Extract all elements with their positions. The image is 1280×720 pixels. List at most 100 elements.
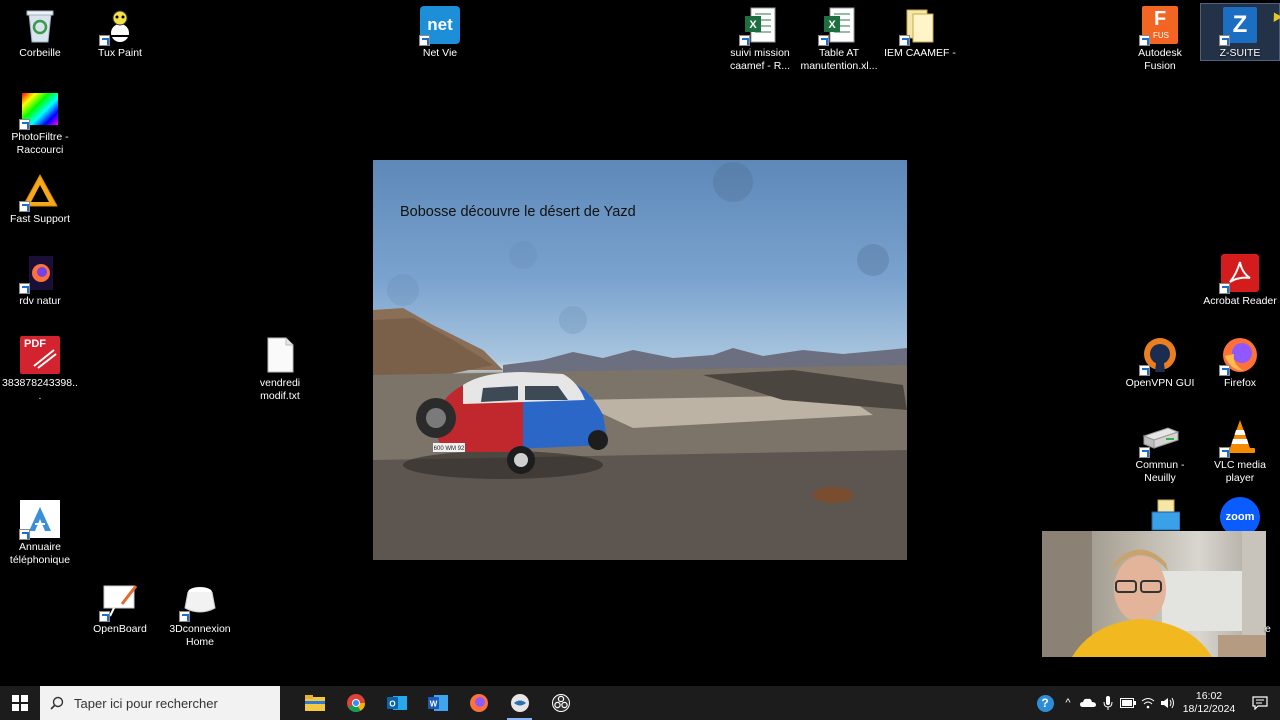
shortcut-arrow-icon bbox=[1219, 283, 1230, 294]
desktop-icon-annuaire[interactable]: Annuaire téléphonique bbox=[1, 498, 79, 567]
desktop-icon-commun-neuilly[interactable]: Commun - Neuilly bbox=[1121, 416, 1199, 485]
photofiltre-icon bbox=[19, 88, 61, 130]
microphone-icon[interactable] bbox=[1098, 686, 1118, 720]
steam-like-icon bbox=[510, 694, 529, 712]
pdf-file-icon: PDF bbox=[19, 334, 61, 376]
desktop-icon-corbeille[interactable]: Corbeille bbox=[1, 4, 79, 60]
webcam-overlay bbox=[1042, 531, 1266, 657]
desktop-icon-label: Annuaire téléphonique bbox=[9, 541, 71, 566]
clock-time: 16:02 bbox=[1195, 690, 1223, 702]
desktop-icon-label: PhotoFiltre - Raccourci bbox=[11, 131, 69, 156]
battery-icon[interactable] bbox=[1118, 686, 1138, 720]
clock-date: 18/12/2024 bbox=[1182, 703, 1236, 715]
tux-paint-icon bbox=[99, 4, 141, 46]
svg-text:X: X bbox=[828, 19, 836, 31]
desktop-icon-label: Tux Paint bbox=[98, 47, 142, 59]
desktop-icon-vlc[interactable]: VLC media player bbox=[1201, 416, 1279, 485]
desktop: Corbeille Tux Paint net Net Vie X suivi … bbox=[0, 0, 1280, 686]
system-clock[interactable]: 16:02 18/12/2024 bbox=[1178, 690, 1240, 716]
photo-caption: Bobosse découvre le désert de Yazd bbox=[400, 204, 636, 220]
desktop-icon-label: vendredi modif.txt bbox=[259, 377, 301, 402]
system-tray: ? ^ 16:02 18/12/2024 bbox=[1032, 686, 1280, 720]
desktop-icon-label: Fast Support bbox=[9, 213, 71, 225]
desktop-icon-fast-support[interactable]: Fast Support bbox=[1, 170, 79, 226]
desktop-icon-label: OpenVPN GUI bbox=[1125, 377, 1195, 389]
desktop-icon-netvie[interactable]: net Net Vie bbox=[401, 4, 479, 60]
taskbar-obs[interactable] bbox=[540, 686, 581, 720]
chrome-icon bbox=[346, 694, 365, 712]
shortcut-arrow-icon bbox=[179, 611, 190, 622]
desktop-icon-iem-caamef[interactable]: IEM CAAMEF - bbox=[881, 4, 959, 60]
taskbar-chrome[interactable] bbox=[335, 686, 376, 720]
shortcut-arrow-icon bbox=[818, 35, 829, 46]
shortcut-arrow-icon bbox=[739, 35, 750, 46]
desktop-icon-label: IEM CAAMEF - bbox=[884, 47, 956, 59]
z-suite-icon: Z bbox=[1219, 4, 1261, 46]
taskbar-file-explorer[interactable] bbox=[294, 686, 335, 720]
desktop-icon-openboard[interactable]: OpenBoard bbox=[81, 580, 159, 636]
pdf-badge: PDF bbox=[20, 336, 60, 374]
desktop-icon-vendredi-modif[interactable]: vendredi modif.txt bbox=[241, 334, 319, 403]
desktop-icon-autodesk-fusion[interactable]: F FUS Autodesk Fusion bbox=[1121, 4, 1199, 73]
excel-file-icon: X bbox=[739, 4, 781, 46]
desktop-icon-rdv-natur[interactable]: rdv natur bbox=[1, 252, 79, 308]
search-placeholder: Taper ici pour rechercher bbox=[74, 695, 218, 711]
help-glyph: ? bbox=[1036, 694, 1054, 712]
recycle-bin-icon bbox=[19, 4, 61, 46]
desktop-icon-suivi-mission[interactable]: X suivi mission caamef - R... bbox=[721, 4, 799, 73]
shortcut-arrow-icon bbox=[1219, 365, 1230, 376]
desktop-icon-photofiltre[interactable]: PhotoFiltre - Raccourci bbox=[1, 88, 79, 157]
svg-text:W: W bbox=[429, 700, 437, 709]
desktop-icon-label: suivi mission caamef - R... bbox=[729, 47, 791, 72]
firefox-icon bbox=[1219, 334, 1261, 376]
shortcut-arrow-icon bbox=[899, 35, 910, 46]
fusion-sub: FUS bbox=[1153, 31, 1169, 40]
desktop-icon-label: Acrobat Reader bbox=[1203, 295, 1277, 307]
search-box[interactable]: Taper ici pour rechercher bbox=[40, 686, 280, 720]
desktop-icon-label: Net Vie bbox=[422, 47, 458, 59]
desktop-icon-table-at[interactable]: X Table AT manutention.xl... bbox=[800, 4, 878, 73]
desktop-icon-label: VLC media player bbox=[1214, 459, 1266, 484]
obs-icon bbox=[551, 694, 570, 712]
chevron-up-icon[interactable]: ^ bbox=[1058, 686, 1078, 720]
desktop-icon-label: Corbeille bbox=[19, 47, 61, 59]
taskbar-apps: O W bbox=[294, 686, 581, 720]
desktop-icon-3dconnexion[interactable]: 3Dconnexion Home bbox=[161, 580, 239, 649]
3dconnexion-icon bbox=[179, 580, 221, 622]
desktop-icon-label: rdv natur bbox=[19, 295, 61, 307]
wifi-icon[interactable] bbox=[1138, 686, 1158, 720]
taskbar-firefox[interactable] bbox=[458, 686, 499, 720]
notification-icon bbox=[1252, 696, 1268, 710]
word-icon: W bbox=[427, 695, 448, 711]
acrobat-reader-icon bbox=[1219, 252, 1261, 294]
fusion-letter: F bbox=[1154, 8, 1167, 30]
excel-file-icon: X bbox=[818, 4, 860, 46]
taskbar-word[interactable]: W bbox=[417, 686, 458, 720]
shortcut-arrow-icon bbox=[1219, 35, 1230, 46]
taskbar-outlook[interactable]: O bbox=[376, 686, 417, 720]
desktop-icon-tuxpaint[interactable]: Tux Paint bbox=[81, 4, 159, 60]
taskbar: Taper ici pour rechercher O W ? ^ 16:02 … bbox=[0, 686, 1280, 720]
vlc-cone-icon bbox=[1219, 416, 1261, 458]
desktop-icon-pdf-document[interactable]: PDF 383878243398... bbox=[1, 334, 79, 403]
desktop-icon-acrobat-reader[interactable]: Acrobat Reader bbox=[1201, 252, 1279, 308]
net-vie-icon: net bbox=[419, 4, 461, 46]
shortcut-arrow-icon bbox=[19, 283, 30, 294]
volume-icon[interactable] bbox=[1158, 686, 1178, 720]
file-explorer-icon bbox=[304, 695, 325, 711]
onedrive-cloud-icon[interactable] bbox=[1078, 686, 1098, 720]
desktop-icon-z-suite[interactable]: Z Z-SUITE bbox=[1200, 3, 1280, 61]
desktop-icon-openvpn[interactable]: OpenVPN GUI bbox=[1121, 334, 1199, 390]
network-drive-icon bbox=[1139, 416, 1181, 458]
desktop-icon-label: 3Dconnexion Home bbox=[169, 623, 231, 648]
notification-center-button[interactable] bbox=[1240, 686, 1280, 720]
help-icon[interactable]: ? bbox=[1032, 686, 1058, 720]
shortcut-arrow-icon bbox=[99, 35, 110, 46]
desktop-icon-label: Table AT manutention.xl... bbox=[800, 47, 878, 72]
shortcut-arrow-icon bbox=[99, 611, 110, 622]
desktop-icon-firefox[interactable]: Firefox bbox=[1201, 334, 1279, 390]
start-button[interactable] bbox=[0, 686, 40, 720]
fast-support-icon bbox=[19, 170, 61, 212]
taskbar-app-active[interactable] bbox=[499, 686, 540, 720]
desert-scene: 600 WM 92 bbox=[373, 162, 907, 560]
